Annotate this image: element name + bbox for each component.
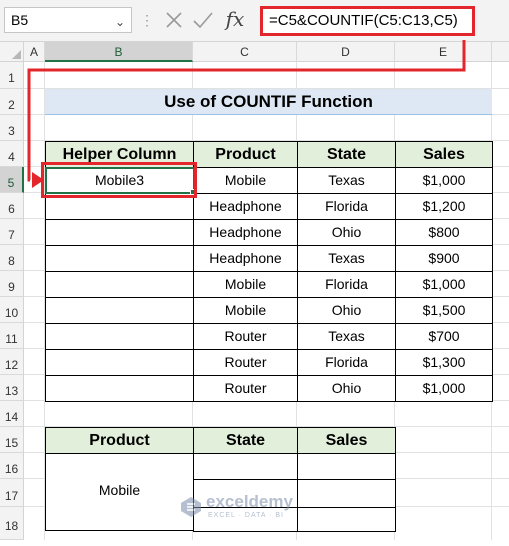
table-header-cell[interactable]: State	[297, 141, 396, 168]
table-cell[interactable]: Ohio	[297, 375, 396, 402]
table-cell[interactable]	[45, 219, 194, 246]
row-header-5[interactable]: 5	[0, 167, 24, 193]
table-cell[interactable]: $1,000	[395, 167, 493, 194]
row-header-3[interactable]: 3	[0, 115, 24, 141]
row-header-7[interactable]: 7	[0, 219, 24, 245]
table-cell[interactable]: $1,500	[395, 297, 493, 324]
table-cell[interactable]: Texas	[297, 167, 396, 194]
lookup-header-cell[interactable]: State	[193, 427, 298, 454]
formula-input[interactable]: =C5&COUNTIF(C5:C13,C5)	[260, 6, 475, 36]
table-cell[interactable]: $800	[395, 219, 493, 246]
row-header-4[interactable]: 4	[0, 141, 24, 167]
exceldemy-logo-icon	[181, 497, 201, 517]
table-cell[interactable]: $1,200	[395, 193, 493, 220]
table-cell[interactable]: $1,000	[395, 375, 493, 402]
table-cell[interactable]: Florida	[297, 271, 396, 298]
row-header-14[interactable]: 14	[0, 401, 24, 427]
column-header-f[interactable]	[492, 42, 509, 62]
row-header-12[interactable]: 12	[0, 349, 24, 375]
select-all-button[interactable]	[0, 42, 24, 62]
table-cell[interactable]: Ohio	[297, 219, 396, 246]
table-cell[interactable]: Headphone	[193, 193, 298, 220]
insert-function-icon[interactable]: fx	[222, 6, 248, 32]
column-header-b[interactable]: B	[45, 42, 193, 62]
watermark-tagline: EXCEL · DATA · BI	[208, 512, 284, 519]
table-cell[interactable]	[45, 375, 194, 402]
close-icon[interactable]	[164, 9, 184, 31]
table-cell[interactable]: $1,300	[395, 349, 493, 376]
checkmark-icon[interactable]	[192, 9, 214, 31]
table-cell[interactable]	[45, 245, 194, 272]
row-header-13[interactable]: 13	[0, 375, 24, 401]
column-header-c[interactable]: C	[193, 42, 297, 62]
table-cell[interactable]: Florida	[297, 349, 396, 376]
table-cell[interactable]: Florida	[297, 193, 396, 220]
name-box[interactable]: B5 ⌄	[4, 7, 132, 33]
table-cell[interactable]: Headphone	[193, 219, 298, 246]
row-header-1[interactable]: 1	[0, 62, 24, 89]
name-box-value: B5	[11, 12, 29, 28]
sheet-title: Use of COUNTIF Function	[45, 89, 492, 115]
highlight-box	[41, 162, 197, 198]
more-options-icon[interactable]: ⋮	[140, 10, 154, 30]
table-cell[interactable]	[45, 349, 194, 376]
table-cell[interactable]	[45, 297, 194, 324]
row-header-16[interactable]: 16	[0, 453, 24, 479]
table-cell[interactable]: Router	[193, 323, 298, 350]
row-header-18[interactable]: 18	[0, 507, 24, 540]
row-header-8[interactable]: 8	[0, 245, 24, 271]
table-cell[interactable]: Texas	[297, 323, 396, 350]
table-cell[interactable]: Mobile	[193, 297, 298, 324]
lookup-state-cell[interactable]	[193, 453, 298, 480]
row-header-11[interactable]: 11	[0, 323, 24, 349]
table-cell[interactable]: Mobile	[193, 271, 298, 298]
table-cell[interactable]	[45, 271, 194, 298]
chevron-down-icon[interactable]: ⌄	[115, 10, 125, 34]
watermark-name: exceldemy	[206, 492, 293, 511]
table-cell[interactable]: Router	[193, 375, 298, 402]
lookup-product-cell[interactable]: Mobile	[45, 453, 194, 531]
watermark: exceldemy EXCEL · DATA · BI	[180, 492, 350, 528]
table-cell[interactable]: $700	[395, 323, 493, 350]
table-header-cell[interactable]: Product	[193, 141, 298, 168]
table-cell[interactable]: $1,000	[395, 271, 493, 298]
column-header-a[interactable]: A	[24, 42, 45, 62]
table-cell[interactable]: Mobile	[193, 167, 298, 194]
row-header-15[interactable]: 15	[0, 427, 24, 453]
table-cell[interactable]: Texas	[297, 245, 396, 272]
table-header-cell[interactable]: Sales	[395, 141, 493, 168]
lookup-header-cell[interactable]: Product	[45, 427, 194, 454]
row-header-9[interactable]: 9	[0, 271, 24, 297]
table-cell[interactable]: $900	[395, 245, 493, 272]
row-header-6[interactable]: 6	[0, 193, 24, 219]
table-cell[interactable]: Router	[193, 349, 298, 376]
row-header-10[interactable]: 10	[0, 297, 24, 323]
row-header-17[interactable]: 17	[0, 479, 24, 507]
lookup-header-cell[interactable]: Sales	[297, 427, 396, 454]
column-header-e[interactable]: E	[395, 42, 492, 62]
table-cell[interactable]: Ohio	[297, 297, 396, 324]
lookup-sales-cell[interactable]	[297, 453, 396, 480]
column-header-d[interactable]: D	[297, 42, 395, 62]
table-cell[interactable]	[45, 323, 194, 350]
row-header-2[interactable]: 2	[0, 89, 24, 115]
table-cell[interactable]: Headphone	[193, 245, 298, 272]
